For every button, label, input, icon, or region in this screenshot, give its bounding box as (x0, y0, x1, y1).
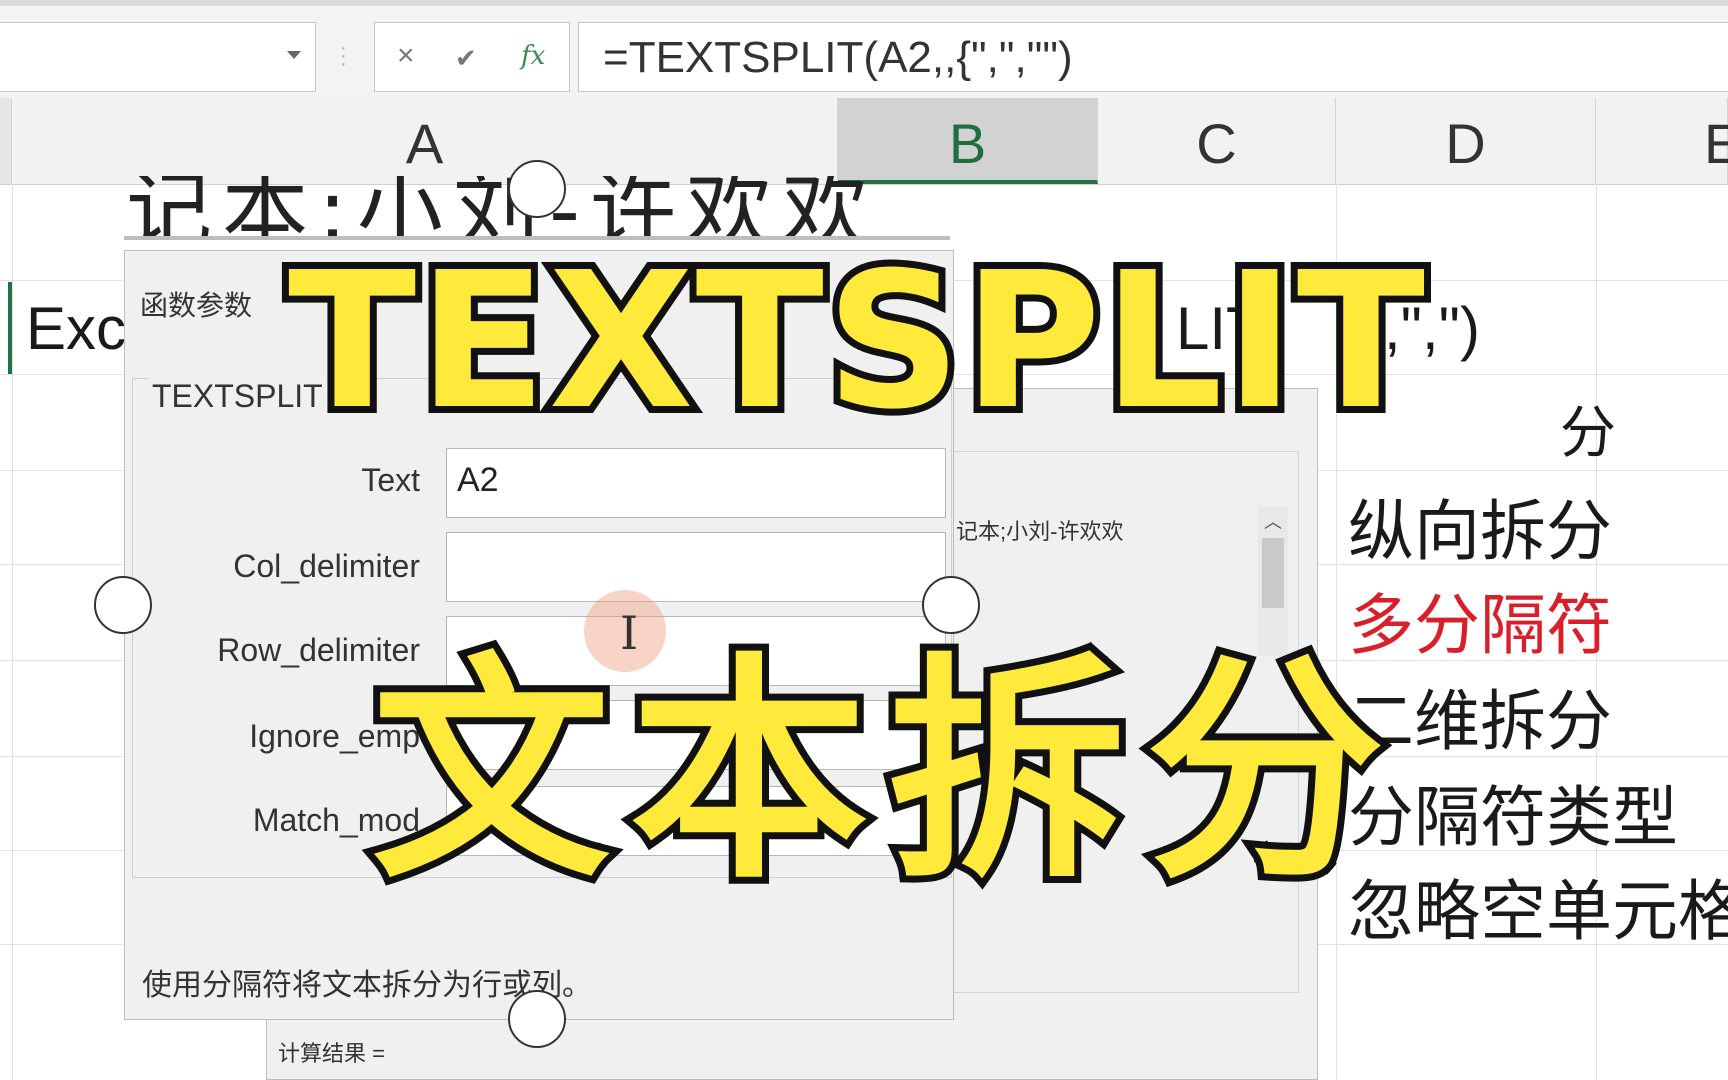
overlay-title: TEXTSPLIT (281, 225, 1432, 458)
cell-a2[interactable]: Exc (26, 294, 126, 363)
column-header-c[interactable]: C (1098, 98, 1336, 184)
partial-caption: 记本;小刘-许欢欢 (126, 176, 879, 236)
cell-d-top[interactable]: 分 (1560, 388, 1616, 469)
column-header-b[interactable]: B (838, 98, 1098, 184)
text-input[interactable]: A2 (446, 448, 946, 518)
cell-d-item[interactable]: 纵向拆分 (1348, 478, 1612, 574)
formula-input[interactable]: =TEXTSPLIT(A2,,{",","") (578, 22, 1728, 92)
formula-bar-grip[interactable]: · · · (340, 38, 347, 74)
formula-bar-buttons: × ✔ fx (374, 22, 570, 92)
arg-label-text: Text (361, 462, 420, 498)
name-box[interactable] (0, 22, 316, 92)
grid-line (12, 184, 13, 1080)
cell-d-item[interactable]: 忽略空单元格 (1348, 858, 1728, 954)
select-all-corner[interactable] (0, 98, 12, 184)
result-label: 计算结果 = (278, 1041, 385, 1066)
fx-icon[interactable]: fx (521, 41, 545, 71)
resize-handle-top[interactable] (508, 160, 566, 218)
dialog-title: 函数参数 (140, 290, 253, 321)
check-icon[interactable]: ✔ (455, 43, 477, 74)
active-cell-border (8, 282, 12, 374)
column-header-a[interactable]: A (12, 98, 838, 184)
overlay-subtitle: 文本拆分 (365, 627, 1404, 918)
resize-handle-left[interactable] (94, 576, 152, 634)
column-header-row: A B C D E (0, 98, 1728, 185)
resize-handle-bottom[interactable] (508, 990, 566, 1048)
chevron-down-icon[interactable] (287, 51, 301, 59)
column-header-e[interactable]: E (1596, 98, 1728, 184)
column-header-d[interactable]: D (1336, 98, 1596, 184)
argument-preview: 记本;小刘-许欢欢 (956, 519, 1124, 544)
chevron-up-icon[interactable]: ︿ (1264, 508, 1282, 534)
close-icon[interactable]: × (397, 39, 415, 73)
